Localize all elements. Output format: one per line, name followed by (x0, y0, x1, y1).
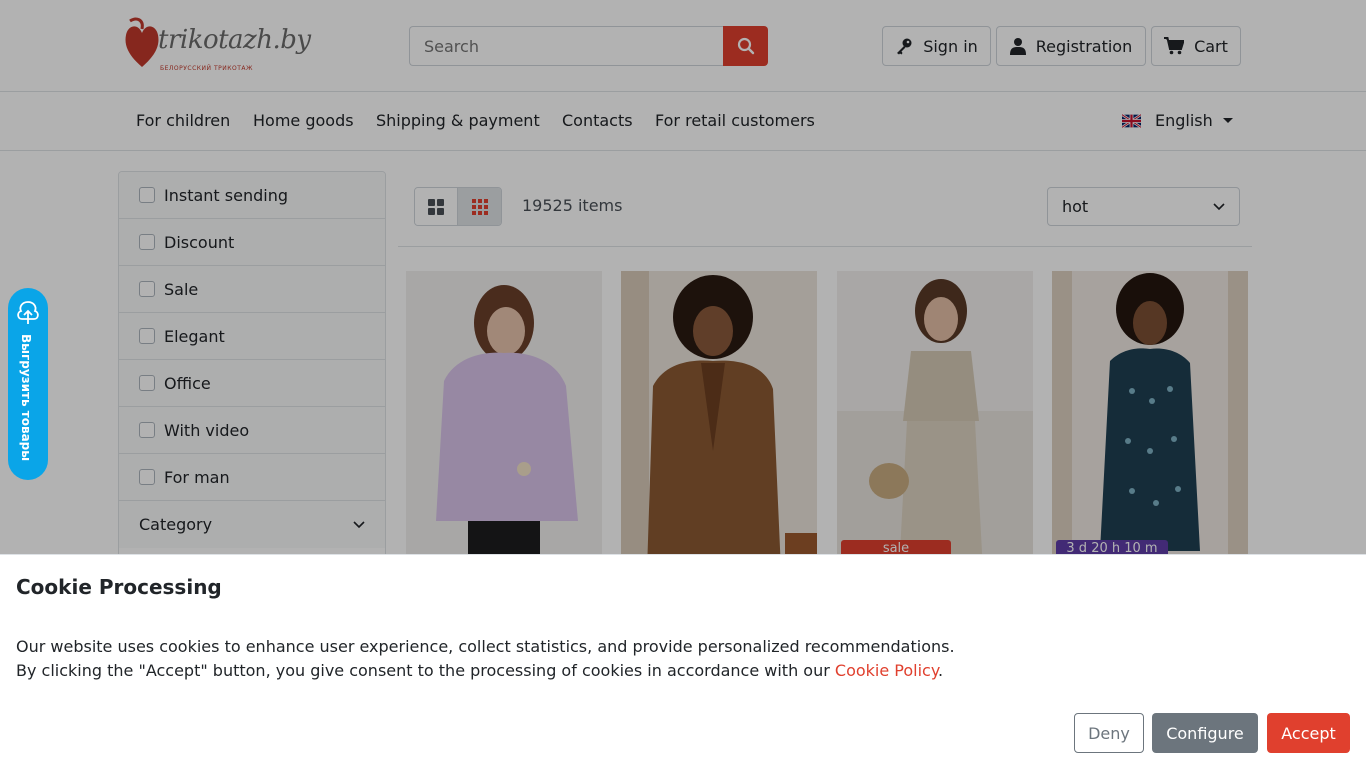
filter-elegant[interactable]: Elegant (119, 313, 385, 360)
accept-button[interactable]: Accept (1267, 713, 1350, 753)
product-card[interactable] (621, 271, 817, 571)
chevron-down-icon (353, 520, 365, 528)
logo-text: trikotazh.by (158, 25, 311, 55)
cookie-line-2-prefix: By clicking the "Accept" button, you giv… (16, 661, 835, 680)
heart-logo-icon (125, 17, 159, 67)
registration-label: Registration (1035, 36, 1133, 56)
filter-label: For man (164, 467, 230, 487)
filter-label: With video (164, 420, 250, 440)
search-bar (409, 26, 768, 66)
grid-large-icon (428, 198, 444, 215)
filter-label: Office (164, 373, 211, 393)
cart-button[interactable]: Cart (1151, 26, 1241, 66)
deny-button[interactable]: Deny (1074, 713, 1144, 753)
sign-in-label: Sign in (923, 36, 978, 56)
product-image (621, 271, 817, 571)
search-icon (737, 37, 754, 55)
search-button[interactable] (723, 26, 768, 66)
filter-label: Discount (164, 232, 235, 252)
cookie-line-2: By clicking the "Accept" button, you giv… (16, 659, 955, 683)
filter-sale[interactable]: Sale (119, 266, 385, 313)
checkbox[interactable] (139, 234, 155, 250)
filter-sidebar: Instant sending Discount Sale Elegant Of… (118, 171, 386, 571)
cookie-policy-link[interactable]: Cookie Policy (835, 661, 938, 680)
chevron-down-icon (1213, 202, 1225, 210)
cloud-upload-icon (17, 301, 39, 324)
export-products-label: Выгрузить товары (19, 334, 33, 462)
large-grid-view-button[interactable] (415, 188, 458, 225)
cart-icon (1164, 37, 1185, 55)
site-logo[interactable]: trikotazh.by БЕЛОРУССКИЙ ТРИКОТАЖ (122, 15, 311, 77)
filter-office[interactable]: Office (119, 360, 385, 407)
chevron-down-icon (1222, 118, 1233, 123)
main-nav: For children Home goods Shipping & payme… (0, 92, 1366, 151)
search-input[interactable] (409, 26, 723, 66)
cookie-banner: Cookie Processing Our website uses cooki… (0, 554, 1366, 768)
nav-item-shipping[interactable]: Shipping & payment (376, 111, 540, 130)
filter-label: Instant sending (164, 185, 288, 205)
registration-button[interactable]: Registration (996, 26, 1146, 66)
sign-in-button[interactable]: Sign in (882, 26, 991, 66)
checkbox[interactable] (139, 187, 155, 203)
site-header: trikotazh.by БЕЛОРУССКИЙ ТРИКОТАЖ Sign i… (0, 0, 1366, 92)
category-accordion[interactable]: Category (119, 501, 385, 548)
filter-for-man[interactable]: For man (119, 454, 385, 501)
key-icon (897, 38, 912, 55)
product-image (406, 271, 602, 571)
language-label: English (1155, 111, 1213, 130)
small-grid-view-button[interactable] (458, 188, 501, 225)
sort-value: hot (1062, 197, 1089, 216)
cookie-line-1: Our website uses cookies to enhance user… (16, 637, 955, 656)
filter-label: Sale (164, 279, 199, 299)
filter-label: Elegant (164, 326, 225, 346)
filter-instant-sending[interactable]: Instant sending (119, 172, 385, 219)
cookie-line-2-suffix: . (938, 661, 944, 680)
user-icon (1009, 38, 1026, 55)
cart-label: Cart (1194, 36, 1228, 56)
nav-item-children[interactable]: For children (136, 111, 230, 130)
view-toggle (414, 187, 502, 226)
export-products-tab[interactable]: Выгрузить товары (8, 288, 48, 480)
checkbox[interactable] (139, 328, 155, 344)
catalog-toolbar: 19525 items hot (398, 171, 1252, 247)
filter-with-video[interactable]: With video (119, 407, 385, 454)
product-card[interactable]: sale (837, 271, 1033, 571)
checkbox[interactable] (139, 469, 155, 485)
checkbox[interactable] (139, 375, 155, 391)
sort-select[interactable]: hot (1047, 187, 1240, 226)
grid-small-icon (471, 198, 488, 215)
configure-button[interactable]: Configure (1152, 713, 1258, 753)
product-card[interactable] (406, 271, 602, 571)
product-card[interactable]: 3 d 20 h 10 m (1052, 271, 1248, 571)
checkbox[interactable] (139, 281, 155, 297)
product-image (837, 271, 1033, 571)
nav-item-contacts[interactable]: Contacts (562, 111, 633, 130)
category-label: Category (139, 515, 213, 534)
items-count: 19525 items (522, 196, 623, 215)
language-selector[interactable]: English (1122, 111, 1233, 130)
uk-flag-icon (1122, 113, 1141, 128)
cookie-title: Cookie Processing (16, 575, 222, 599)
nav-item-retail[interactable]: For retail customers (655, 111, 815, 130)
logo-tagline: БЕЛОРУССКИЙ ТРИКОТАЖ (160, 65, 253, 72)
checkbox[interactable] (139, 422, 155, 438)
cookie-text: Our website uses cookies to enhance user… (16, 635, 955, 683)
product-image (1052, 271, 1248, 571)
nav-item-home-goods[interactable]: Home goods (253, 111, 354, 130)
filter-discount[interactable]: Discount (119, 219, 385, 266)
